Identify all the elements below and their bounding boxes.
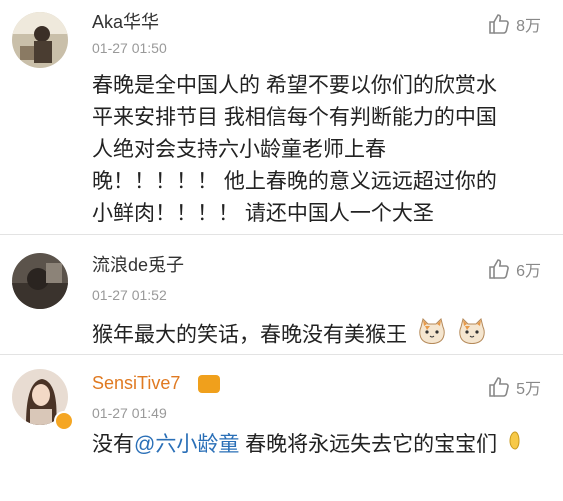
username[interactable]: SensiTive7	[92, 373, 180, 394]
thumbs-up-icon	[488, 258, 510, 280]
username[interactable]: Aka华华	[92, 8, 159, 34]
comment-item: Aka华华 01-27 01:50 8万 春晚是全中国人的 希望不要以你们的欣赏…	[0, 0, 563, 232]
comment-line: 小鲜肉！！！！ 请还中国人一个大圣	[92, 202, 434, 225]
cat-face-icon	[417, 317, 447, 355]
thumbs-up-icon	[488, 13, 510, 35]
username[interactable]: 流浪de兎子	[92, 251, 184, 277]
like-button[interactable]: 6万	[488, 257, 541, 281]
comment-line: 猴年最大的笑话，春晚没有美猴王	[92, 323, 407, 347]
verified-badge-icon	[54, 411, 74, 431]
like-count: 5万	[516, 381, 541, 398]
comment-text: 没有@六小龄童 春晚将永远失去它的宝宝们	[92, 429, 532, 461]
avatar[interactable]	[12, 12, 68, 68]
mention-link[interactable]: @六小龄童	[134, 433, 239, 456]
comment-text-suffix: 春晚将永远失去它的宝宝们	[239, 433, 498, 456]
comment-line: 晚！！！！！ 他上春晚的意义远远超过你的	[92, 170, 497, 193]
comment-line: 春晚是全中国人的 希望不要以你们的欣赏水	[92, 74, 497, 97]
vip-badge-icon	[198, 375, 220, 393]
comment-time: 01-27 01:52	[92, 287, 167, 303]
thumbs-up-icon	[488, 376, 510, 398]
like-button[interactable]: 5万	[488, 375, 541, 399]
like-button[interactable]: 8万	[488, 12, 541, 36]
comment-time: 01-27 01:49	[92, 405, 167, 421]
avatar[interactable]	[12, 253, 68, 309]
comment-text-prefix: 没有	[92, 433, 134, 456]
comment-text: 春晚是全中国人的 希望不要以你们的欣赏水 平来安排节目 我相信每个有判断能力的中…	[92, 70, 532, 230]
like-count: 6万	[516, 263, 541, 280]
like-count: 8万	[516, 18, 541, 35]
comment-item: 流浪de兎子 01-27 01:52 6万 猴年最大的笑话，春晚没有美猴王	[0, 235, 563, 353]
comment-item: SensiTive7 01-27 01:49 5万 没有@六小龄童 春晚将永远失…	[0, 355, 563, 501]
comment-line: 人绝对会支持六小龄童老师上春	[92, 138, 386, 161]
comment-time: 01-27 01:50	[92, 40, 167, 56]
emoji-icon	[507, 429, 523, 461]
comment-text: 猴年最大的笑话，春晚没有美猴王	[92, 317, 532, 355]
cat-face-icon	[457, 317, 487, 355]
comment-line: 平来安排节目 我相信每个有判断能力的中国	[92, 106, 497, 129]
